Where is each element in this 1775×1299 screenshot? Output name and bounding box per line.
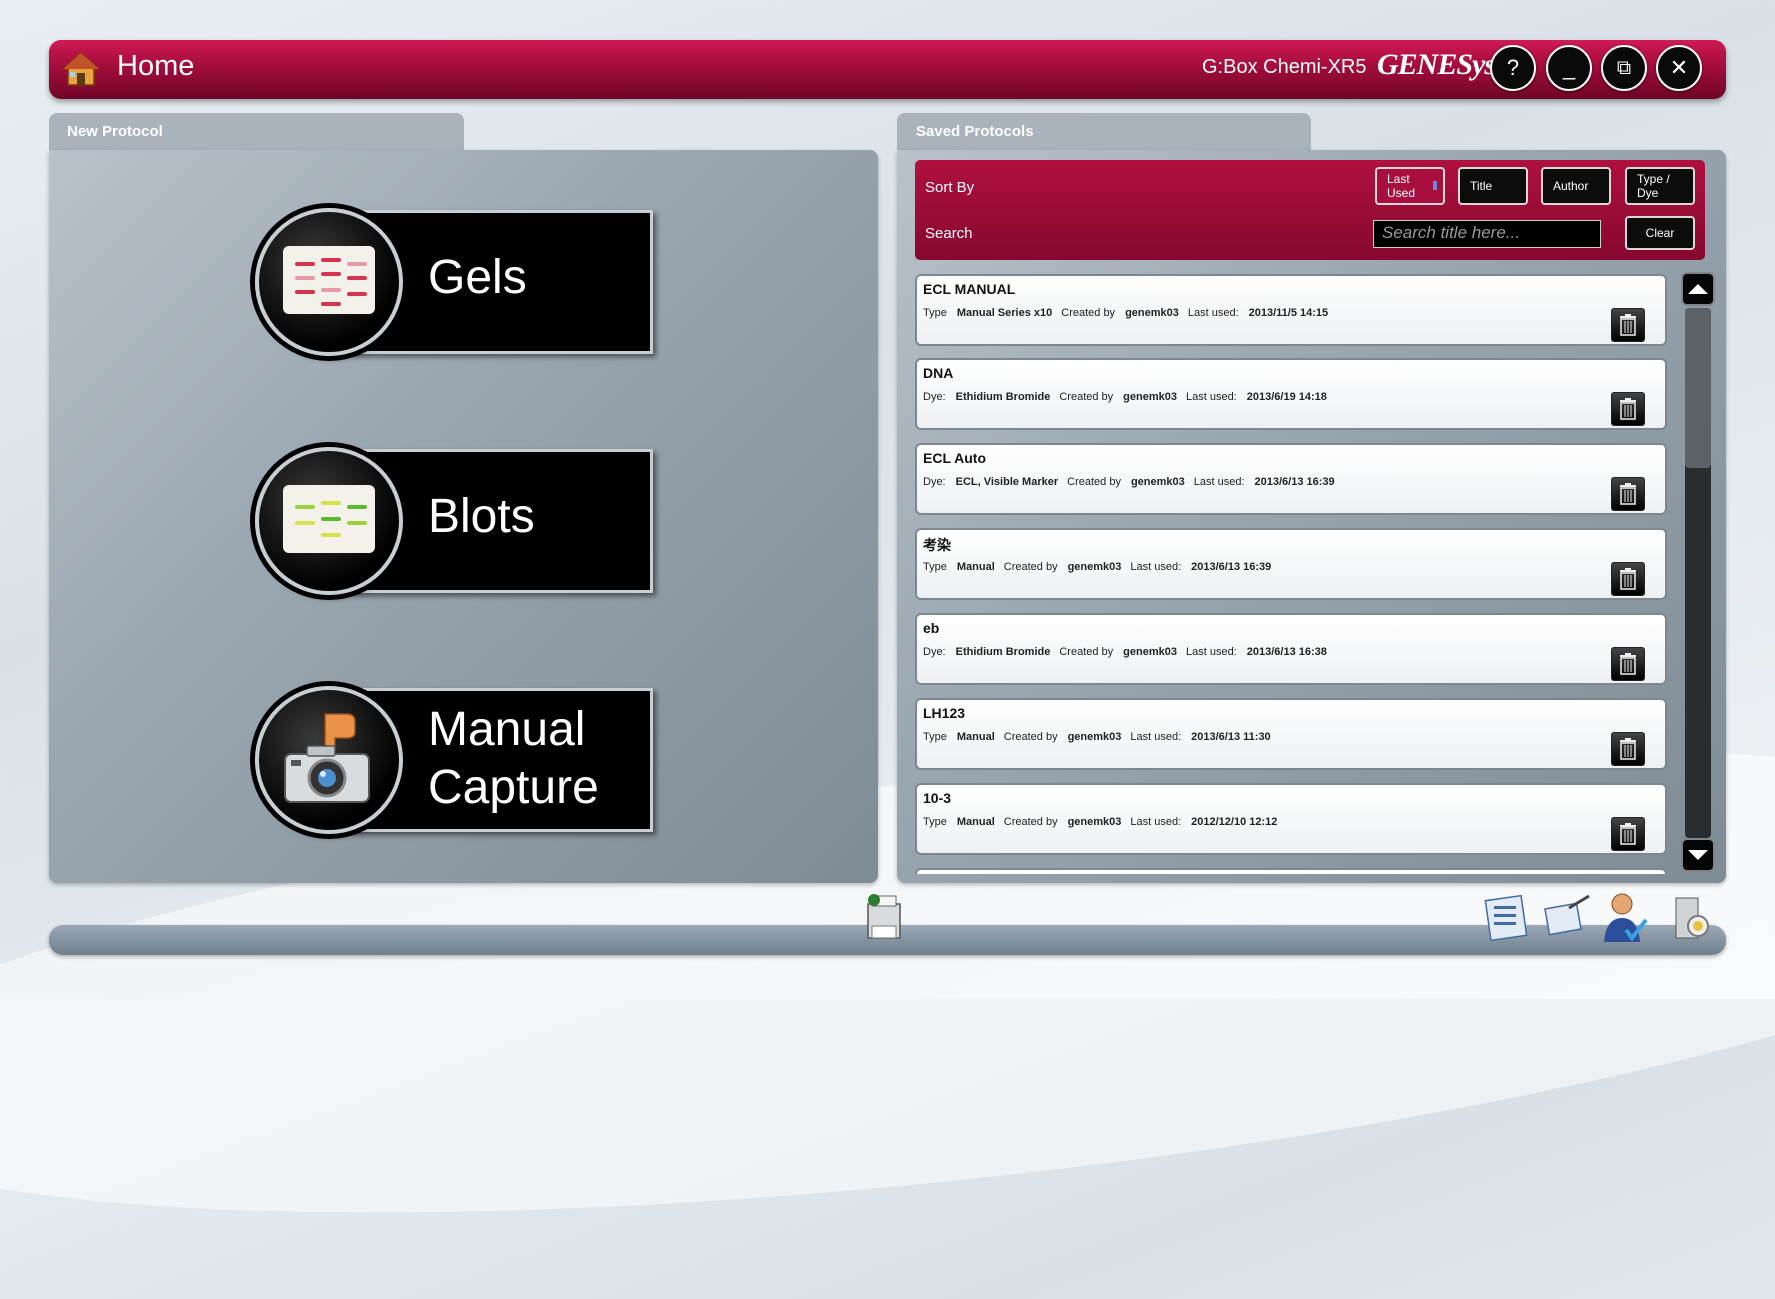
protocol-item[interactable]: ECL Auto Dye: ECL, Visible Marker Created … <box>915 443 1667 515</box>
delete-icon[interactable] <box>1611 732 1645 766</box>
sort-type-line1: Type / <box>1637 172 1670 186</box>
gels-circle <box>255 208 403 356</box>
delete-icon[interactable] <box>1611 562 1645 596</box>
manual-capture-circle <box>255 686 403 834</box>
protocol-title: LH123 <box>923 705 966 721</box>
clear-button[interactable]: Clear <box>1625 216 1695 250</box>
protocol-meta: Type Manual Created by genemk03 Last used: 20… <box>923 731 1271 743</box>
sort-type-dye-button[interactable]: Type / Dye <box>1625 167 1695 205</box>
gels-button[interactable]: Gels <box>255 208 675 356</box>
scroll-down-icon[interactable] <box>1681 838 1715 872</box>
sort-indicator-icon <box>1433 181 1437 190</box>
scroll-up-icon[interactable] <box>1681 272 1715 306</box>
protocol-item[interactable]: eb Dye: Ethidium Bromide Created by genemk0… <box>915 613 1667 685</box>
sort-last-used-button[interactable]: Last Used <box>1375 167 1445 205</box>
page-title: Home <box>117 50 195 82</box>
blot-icon <box>283 485 375 553</box>
protocol-title: eb <box>923 620 940 636</box>
sort-title-button[interactable]: Title <box>1458 167 1528 205</box>
gel-icon <box>283 246 375 314</box>
sort-search-bar: Sort By Search Last Used Title Author Typ… <box>915 160 1705 260</box>
device-name: G:Box Chemi-XR5 <box>1202 56 1367 78</box>
delete-icon[interactable] <box>1611 817 1645 851</box>
gels-label: Gels <box>428 251 527 304</box>
restore-button[interactable]: ⧉ <box>1601 45 1647 91</box>
protocol-title: 10-3 <box>923 790 952 806</box>
sort-last-used-line1: Last <box>1387 172 1410 186</box>
delete-icon[interactable] <box>1611 647 1645 681</box>
minimize-button[interactable]: _ <box>1546 45 1592 91</box>
manual-capture-button[interactable]: Manual Capture <box>255 686 675 834</box>
protocol-meta: Type Manual Created by genemk03 Last used: 20… <box>923 561 1272 573</box>
sort-author-label: Author <box>1553 179 1589 193</box>
protocol-item[interactable]: ECL MANUAL Type Manual Series x10 Created … <box>915 274 1667 346</box>
manual-label-line1: Manual <box>428 703 586 756</box>
list-scrollbar[interactable] <box>1681 272 1715 874</box>
user-icon[interactable] <box>1600 890 1650 944</box>
home-icon[interactable] <box>61 49 101 89</box>
tools-icon[interactable] <box>1543 890 1593 944</box>
reports-icon[interactable] <box>1484 890 1534 944</box>
sort-by-label: Sort By <box>925 179 975 196</box>
blots-circle <box>255 447 403 595</box>
blots-button[interactable]: Blots <box>255 447 675 595</box>
blots-label: Blots <box>428 490 535 543</box>
help-button[interactable]: ? <box>1490 45 1536 91</box>
scroll-thumb[interactable] <box>1685 308 1711 468</box>
camera-icon <box>284 713 370 803</box>
protocol-meta: Type Manual Series x10 Created by genemk03 L… <box>923 307 1329 319</box>
protocol-item[interactable]: DNA Dye: Ethidium Bromide Created by genemk… <box>915 358 1667 430</box>
sort-type-line2: Dye <box>1637 186 1659 200</box>
new-protocol-tab-label: New Protocol <box>67 123 163 140</box>
sort-author-button[interactable]: Author <box>1541 167 1611 205</box>
delete-icon[interactable] <box>1611 477 1645 511</box>
protocol-title: ECL Auto <box>923 450 986 466</box>
protocol-title: 考染 <box>923 537 951 553</box>
settings-icon[interactable] <box>1668 890 1718 944</box>
saved-protocol-list: ECL MANUAL Type Manual Series x10 Created … <box>915 274 1669 874</box>
delete-icon[interactable] <box>1611 308 1645 342</box>
protocol-title: DNA <box>923 365 954 381</box>
protocol-item[interactable]: 10-3 Type Manual Created by genemk03 Last us… <box>915 783 1667 855</box>
protocol-meta: Dye: Ethidium Bromide Created by genemk03 La… <box>923 391 1327 403</box>
delete-icon[interactable] <box>1611 392 1645 426</box>
saved-protocols-tab-label: Saved Protocols <box>916 123 1034 140</box>
brand-logo: GENESys <box>1377 48 1496 81</box>
search-input[interactable]: Search title here... <box>1373 220 1601 248</box>
title-bar: Home G:Box Chemi-XR5 GENESys ? _ ⧉ ✕ <box>49 40 1726 99</box>
close-button[interactable]: ✕ <box>1656 45 1702 91</box>
manual-label-line2: Capture <box>428 761 599 814</box>
protocol-item[interactable]: LH123 Type Manual Created by genemk03 Last u… <box>915 698 1667 770</box>
protocol-meta: Dye: Ethidium Bromide Created by genemk03 La… <box>923 646 1327 658</box>
sort-last-used-line2: Used <box>1387 186 1416 200</box>
protocol-item[interactable]: 考染 Type Manual Created by genemk03 Last used… <box>915 528 1667 600</box>
printer-icon[interactable] <box>860 890 910 944</box>
protocol-title: ECL MANUAL <box>923 281 1016 297</box>
search-label: Search <box>925 225 973 242</box>
protocol-item-partial[interactable] <box>915 868 1667 874</box>
sort-title-label: Title <box>1470 179 1493 193</box>
protocol-meta: Dye: ECL, Visible Marker Created by genemk0… <box>923 476 1335 488</box>
protocol-meta: Type Manual Created by genemk03 Last used: 20… <box>923 816 1278 828</box>
